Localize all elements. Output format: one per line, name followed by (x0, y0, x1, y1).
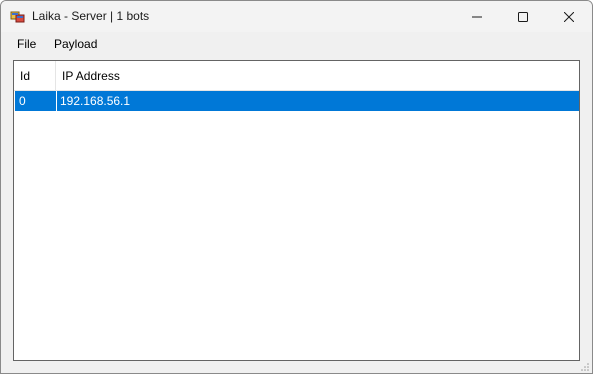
menu-payload[interactable]: Payload (48, 36, 103, 52)
resize-grip-icon[interactable] (580, 361, 590, 371)
main-window: Laika - Server | 1 bots File Payload Id … (0, 0, 593, 374)
bots-list-view[interactable]: Id IP Address 0 192.168.56.1 (13, 60, 580, 361)
maximize-button[interactable] (500, 1, 546, 32)
maximize-icon (518, 11, 528, 22)
column-header-ip-address[interactable]: IP Address (56, 61, 256, 90)
menu-bar: File Payload (1, 32, 592, 55)
close-icon (564, 11, 574, 22)
cell-id: 0 (19, 94, 26, 108)
window-title: Laika - Server | 1 bots (32, 9, 150, 23)
list-row[interactable]: 0 192.168.56.1 (15, 91, 579, 111)
app-window-icon (10, 9, 26, 25)
menu-file[interactable]: File (11, 36, 42, 52)
list-header: Id IP Address (14, 61, 579, 91)
row-column-divider (56, 91, 57, 111)
close-button[interactable] (546, 1, 592, 32)
minimize-button[interactable] (454, 1, 500, 32)
cell-ip-address: 192.168.56.1 (60, 94, 131, 108)
column-header-id[interactable]: Id (14, 61, 56, 90)
title-bar[interactable]: Laika - Server | 1 bots (1, 1, 592, 32)
minimize-icon (472, 12, 482, 22)
